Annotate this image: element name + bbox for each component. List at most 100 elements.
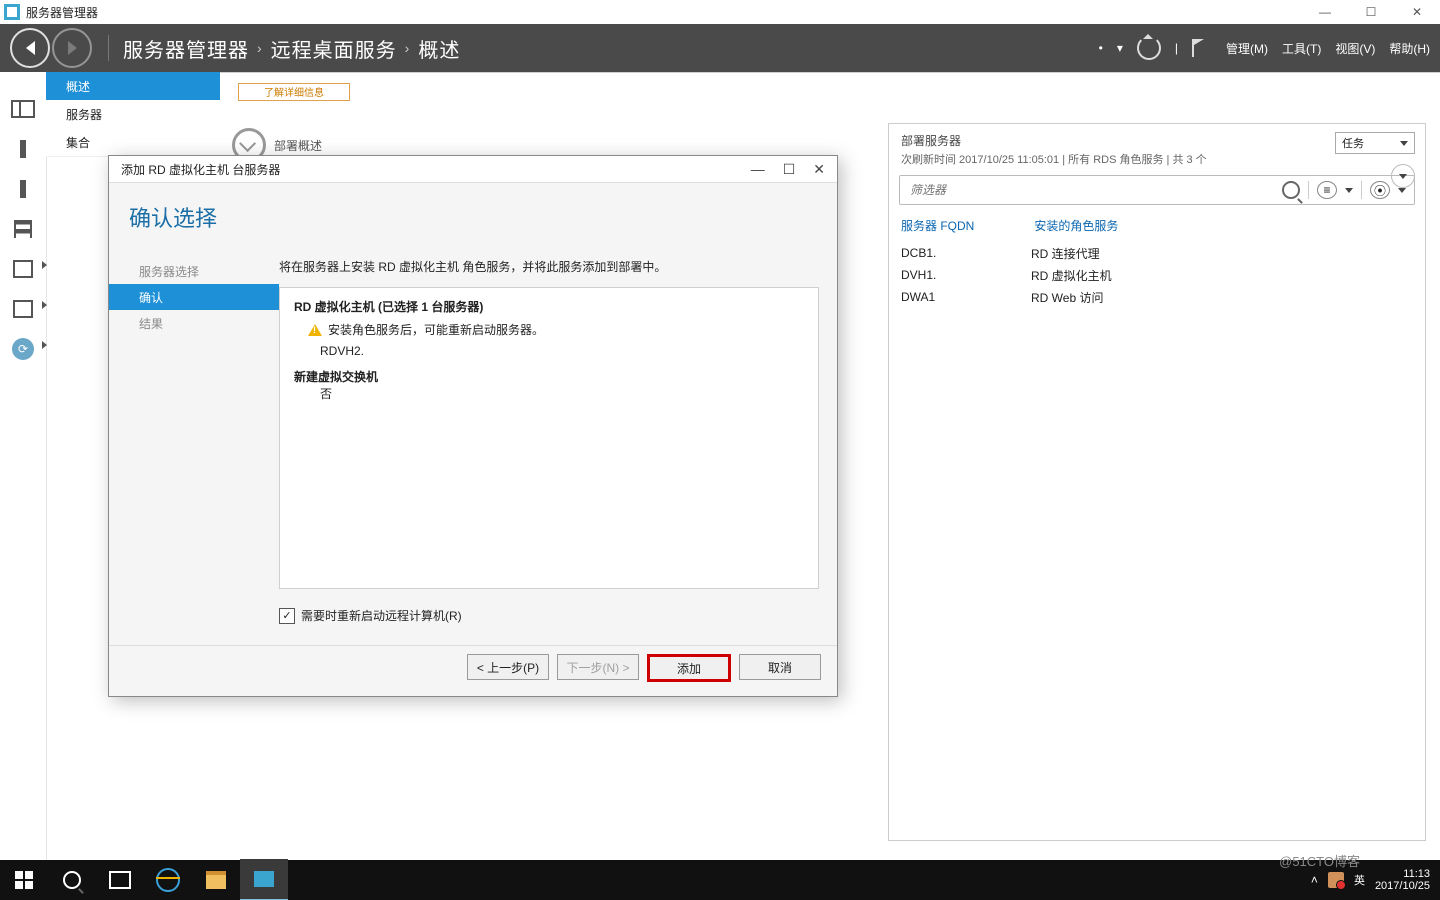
step-confirm[interactable]: 确认 (109, 284, 279, 310)
step-result: 结果 (109, 310, 279, 336)
divider (1308, 181, 1309, 199)
taskbar-explorer[interactable] (192, 860, 240, 900)
window-maximize[interactable]: ☐ (1348, 0, 1394, 24)
checkbox-checked-icon[interactable]: ✓ (279, 608, 295, 624)
rail-local-server-icon[interactable] (9, 140, 37, 158)
header-caret[interactable]: ▾ (1117, 41, 1123, 55)
filter-options-icon[interactable]: ≡ (1317, 181, 1337, 199)
server-manager-icon (254, 871, 274, 887)
clock[interactable]: 11:13 2017/10/25 (1375, 868, 1430, 892)
dialog-title: 添加 RD 虚拟化主机 台服务器 (121, 161, 280, 178)
warning-icon (308, 324, 322, 336)
restart-checkbox-row[interactable]: ✓ 需要时重新启动远程计算机(R) (279, 607, 819, 624)
learn-more-link[interactable]: 了解详细信息 (238, 83, 350, 101)
tasks-dropdown[interactable]: 任务 (1335, 132, 1415, 154)
window-minimize[interactable]: — (1302, 0, 1348, 24)
search-button[interactable] (48, 860, 96, 900)
chevron-down-icon (1398, 188, 1406, 193)
header-vbar: | (1175, 41, 1178, 55)
cancel-button[interactable]: 取消 (739, 654, 821, 680)
divider (108, 35, 109, 61)
taskbar-ie[interactable] (144, 860, 192, 900)
windows-icon (15, 871, 33, 889)
wizard-steps: 服务器选择 确认 结果 (109, 246, 279, 636)
next-button: 下一步(N) > (557, 654, 639, 680)
tray-security-icon[interactable] (1328, 872, 1344, 888)
dialog-maximize[interactable]: ☐ (783, 161, 796, 178)
breadcrumb-sep: › (405, 40, 411, 56)
dialog-heading: 确认选择 (129, 201, 837, 233)
table-row[interactable]: DWA1 RD Web 访问 (901, 286, 1425, 308)
app-titlebar: 服务器管理器 — ☐ ✕ (0, 0, 1440, 25)
header-bullet: • (1099, 41, 1103, 55)
col-fqdn[interactable]: 服务器 FQDN (901, 217, 974, 234)
task-view-icon (109, 871, 131, 889)
rail-role-1-icon[interactable] (9, 220, 37, 238)
deployment-overview-title: 部署概述 (274, 137, 322, 154)
ime-indicator[interactable]: 英 (1354, 872, 1365, 888)
add-button[interactable]: 添加 (647, 654, 731, 682)
chevron-down-icon (1345, 188, 1353, 193)
start-button[interactable] (0, 860, 48, 900)
prev-button[interactable]: < 上一步(P) (467, 654, 549, 680)
dialog-titlebar: 添加 RD 虚拟化主机 台服务器 — ☐ ✕ (109, 156, 837, 183)
chevron-down-icon (1399, 174, 1407, 179)
ie-icon (156, 868, 180, 892)
filter-input[interactable] (908, 182, 1274, 198)
confirm-box: RD 虚拟化主机 (已选择 1 台服务器) 安装角色服务后，可能重新启动服务器。… (279, 287, 819, 589)
arrow-right-icon (68, 41, 77, 55)
rail-role-3-icon[interactable] (9, 300, 37, 318)
add-rdvh-dialog: 添加 RD 虚拟化主机 台服务器 — ☐ ✕ 确认选择 服务器选择 确认 结果 … (108, 155, 838, 697)
breadcrumb-service[interactable]: 远程桌面服务 (271, 34, 397, 63)
cell-role: RD 连接代理 (1031, 245, 1100, 262)
tray-overflow-icon[interactable]: ˄ (1311, 873, 1318, 887)
deployment-servers-panel: 部署服务器 次刷新时间 2017/10/25 11:05:01 | 所有 RDS… (888, 123, 1426, 841)
side-nav-servers[interactable]: 服务器 (46, 100, 220, 128)
side-nav-collections[interactable]: 集合 (46, 128, 220, 156)
rail-rds-icon[interactable]: ⟳ (9, 340, 37, 358)
breadcrumb-page[interactable]: 概述 (418, 34, 460, 63)
restart-checkbox-label: 需要时重新启动远程计算机(R) (301, 607, 462, 624)
rail-all-servers-icon[interactable] (9, 180, 37, 198)
arrow-left-icon (26, 41, 35, 55)
explorer-icon (206, 871, 226, 889)
table-row[interactable]: DVH1. RD 虚拟化主机 (901, 264, 1425, 286)
filter-row: ≡ ⦿ (899, 175, 1415, 205)
breadcrumb-root[interactable]: 服务器管理器 (123, 34, 249, 63)
taskbar-server-manager[interactable] (240, 859, 288, 900)
dialog-minimize[interactable]: — (751, 161, 765, 178)
system-tray: ˄ 英 11:13 2017/10/25 (1311, 868, 1440, 892)
notifications-icon[interactable] (1192, 39, 1212, 57)
refresh-icon[interactable] (1137, 36, 1161, 60)
menu-tools[interactable]: 工具(T) (1282, 40, 1321, 57)
nav-forward-button[interactable] (52, 28, 92, 68)
watermark: @51CTO博客 (1279, 851, 1360, 870)
breadcrumb-sep: › (257, 40, 263, 56)
cell-role: RD Web 访问 (1031, 289, 1103, 306)
step-server-select[interactable]: 服务器选择 (109, 258, 279, 284)
expand-panel-button[interactable] (1391, 164, 1415, 188)
rail-dashboard-icon[interactable] (9, 100, 37, 118)
side-nav: 概述 服务器 集合 (46, 72, 220, 157)
dialog-close[interactable]: ✕ (813, 161, 825, 178)
save-query-icon[interactable]: ⦿ (1370, 181, 1390, 199)
warn-text: 安装角色服务后，可能重新启动服务器。 (328, 321, 544, 338)
rail-role-2-icon[interactable] (9, 260, 37, 278)
side-nav-overview[interactable]: 概述 (46, 72, 220, 100)
task-view-button[interactable] (96, 860, 144, 900)
col-role[interactable]: 安装的角色服务 (1034, 217, 1118, 234)
table-row[interactable]: DCB1. RD 连接代理 (901, 242, 1425, 264)
menu-manage[interactable]: 管理(M) (1226, 40, 1268, 57)
clock-time: 11:13 (1403, 868, 1430, 880)
server-table: DCB1. RD 连接代理 DVH1. RD 虚拟化主机 DWA1 RD Web… (901, 242, 1425, 308)
cell-role: RD 虚拟化主机 (1031, 267, 1112, 284)
menu-help[interactable]: 帮助(H) (1389, 40, 1430, 57)
table-header: 服务器 FQDN 安装的角色服务 (901, 217, 1425, 234)
nav-back-button[interactable] (10, 28, 50, 68)
window-close[interactable]: ✕ (1394, 0, 1440, 24)
clock-date: 2017/10/25 (1375, 880, 1430, 892)
menu-view[interactable]: 视图(V) (1335, 40, 1375, 57)
search-icon[interactable] (1282, 181, 1300, 199)
dialog-note: 将在服务器上安装 RD 虚拟化主机 角色服务，并将此服务添加到部署中。 (279, 258, 819, 275)
cell-fqdn: DWA1 (901, 290, 961, 304)
